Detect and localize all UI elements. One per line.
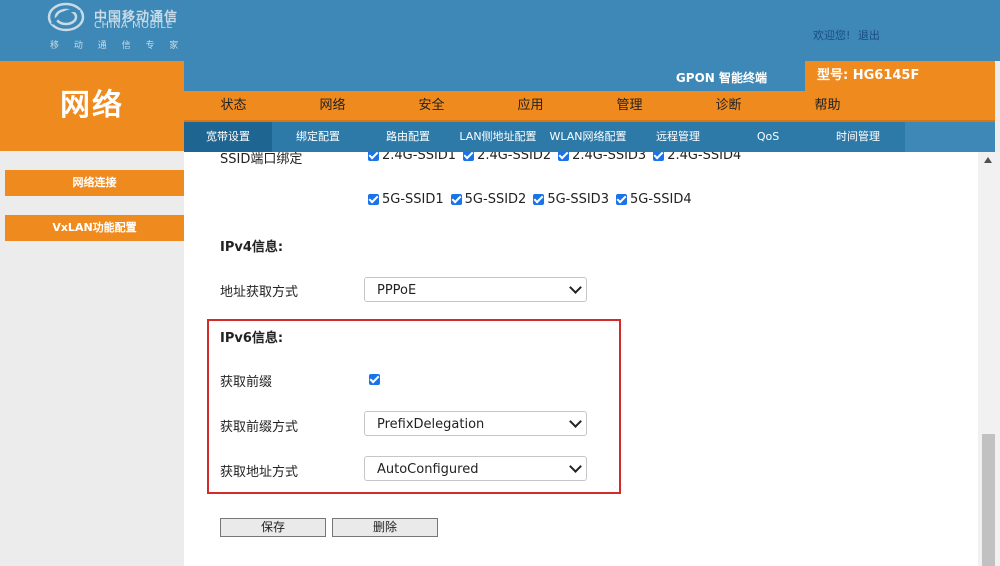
check-icon <box>450 194 462 205</box>
check-icon <box>653 152 665 161</box>
tab-qos[interactable]: QoS <box>724 122 812 152</box>
addr6-method-label: 获取地址方式 <box>220 465 299 480</box>
sidebar-item-network-connection[interactable]: 网络连接 <box>5 170 184 196</box>
tab-binding-config[interactable]: 绑定配置 <box>274 122 362 152</box>
checkbox-label: 2.4G-SSID2 <box>477 152 552 163</box>
chevron-down-icon <box>569 281 582 294</box>
ipv4-heading: IPv4信息: <box>220 240 284 255</box>
tab-route-config[interactable]: 路由配置 <box>364 122 452 152</box>
save-button[interactable]: 保存 <box>220 518 326 537</box>
nav-security[interactable]: 安全 <box>382 91 481 120</box>
checkbox-ssid-5g-2[interactable]: 5G-SSID2 <box>450 192 527 207</box>
checkbox-label: 5G-SSID4 <box>629 192 692 207</box>
china-mobile-logo: 中国移动通信 CHINA MOBILE 移 动 通 信 专 家 <box>46 2 196 52</box>
checkbox-ssid-24g-4[interactable]: 2.4G-SSID4 <box>653 152 741 163</box>
addr6-method-select[interactable]: AutoConfigured <box>364 456 587 481</box>
checkbox-ssid-24g-1[interactable]: 2.4G-SSID1 <box>368 152 456 163</box>
china-mobile-logo-icon <box>47 2 85 32</box>
check-icon <box>615 194 627 205</box>
select-value: AutoConfigured <box>377 462 479 477</box>
header: 中国移动通信 CHINA MOBILE 移 动 通 信 专 家 欢迎您! 退出 <box>0 0 1000 61</box>
checkbox-label: 5G-SSID3 <box>547 192 609 207</box>
logo-en-text: CHINA MOBILE <box>94 20 174 31</box>
checkbox-ssid-5g-4[interactable]: 5G-SSID4 <box>615 192 692 207</box>
chevron-down-icon <box>569 460 582 473</box>
select-value: PPPoE <box>377 283 417 298</box>
prefix-checkbox[interactable] <box>369 374 380 385</box>
check-icon <box>368 152 379 161</box>
product-bar: GPON 智能终端 <box>184 61 805 91</box>
logout-link[interactable]: 退出 <box>858 29 880 42</box>
checkbox-ssid-5g-1[interactable]: 5G-SSID1 <box>368 192 444 207</box>
welcome-text: 欢迎您! <box>813 29 851 42</box>
nav-help[interactable]: 帮助 <box>778 91 877 120</box>
prefix-label: 获取前缀 <box>220 375 273 390</box>
ssid-5g-group: 5G-SSID1 5G-SSID2 5G-SSID3 5G-SSID4 <box>368 192 699 207</box>
scroll-thumb[interactable] <box>982 434 995 566</box>
checkbox-ssid-5g-3[interactable]: 5G-SSID3 <box>533 192 609 207</box>
tab-wlan-config[interactable]: WLAN网络配置 <box>544 122 632 152</box>
chevron-down-icon <box>569 415 582 428</box>
tab-remote-management[interactable]: 远程管理 <box>634 122 722 152</box>
logo-slogan: 移 动 通 信 专 家 <box>50 41 180 51</box>
check-icon <box>368 194 379 205</box>
prefix-method-label: 获取前缀方式 <box>220 420 299 435</box>
sub-nav: 宽带设置 绑定配置 路由配置 LAN侧地址配置 WLAN网络配置 远程管理 Qo… <box>184 122 905 152</box>
checkbox-label: 2.4G-SSID3 <box>572 152 647 163</box>
main-nav: 状态 网络 安全 应用 管理 诊断 帮助 <box>184 91 995 120</box>
checkbox-label: 2.4G-SSID4 <box>667 152 742 163</box>
nav-management[interactable]: 管理 <box>580 91 679 120</box>
delete-button[interactable]: 删除 <box>332 518 438 537</box>
checkbox-ssid-24g-3[interactable]: 2.4G-SSID3 <box>558 152 646 163</box>
check-icon <box>463 152 475 161</box>
ssid-24g-group: 2.4G-SSID1 2.4G-SSID2 2.4G-SSID3 2.4G-SS… <box>368 152 748 163</box>
nav-diagnosis[interactable]: 诊断 <box>679 91 778 120</box>
checkbox-ssid-24g-2[interactable]: 2.4G-SSID2 <box>463 152 551 163</box>
scrollbar[interactable] <box>978 152 1000 566</box>
model-label: 型号: HG6145F <box>805 61 995 91</box>
scroll-up-icon[interactable] <box>984 157 992 163</box>
nav-network[interactable]: 网络 <box>283 91 382 120</box>
content-panel: SSID端口绑定 2.4G-SSID1 2.4G-SSID2 2.4G-SSID… <box>184 152 978 566</box>
ipv6-heading: IPv6信息: <box>220 331 284 346</box>
check-icon <box>533 194 545 205</box>
checkbox-label: 5G-SSID1 <box>382 192 444 207</box>
welcome-area: 欢迎您! 退出 <box>813 27 880 43</box>
addr-method-select[interactable]: PPPoE <box>364 277 587 302</box>
check-icon <box>558 152 570 161</box>
tab-lan-address-config[interactable]: LAN侧地址配置 <box>454 122 542 152</box>
checkbox-label: 2.4G-SSID1 <box>382 152 457 163</box>
prefix-method-select[interactable]: PrefixDelegation <box>364 411 587 436</box>
nav-application[interactable]: 应用 <box>481 91 580 120</box>
checkbox-label: 5G-SSID2 <box>464 192 527 207</box>
ssid-bind-label: SSID端口绑定 <box>220 152 303 167</box>
tab-broadband-settings[interactable]: 宽带设置 <box>184 122 272 152</box>
nav-status[interactable]: 状态 <box>184 91 283 120</box>
tab-time-management[interactable]: 时间管理 <box>814 122 902 152</box>
select-value: PrefixDelegation <box>377 417 485 432</box>
section-title: 网络 <box>0 61 184 151</box>
product-name: GPON 智能终端 <box>675 71 767 85</box>
sidebar-item-vxlan[interactable]: VxLAN功能配置 <box>5 215 184 241</box>
addr-method-label: 地址获取方式 <box>220 285 299 300</box>
sub-nav-filler <box>905 122 995 152</box>
